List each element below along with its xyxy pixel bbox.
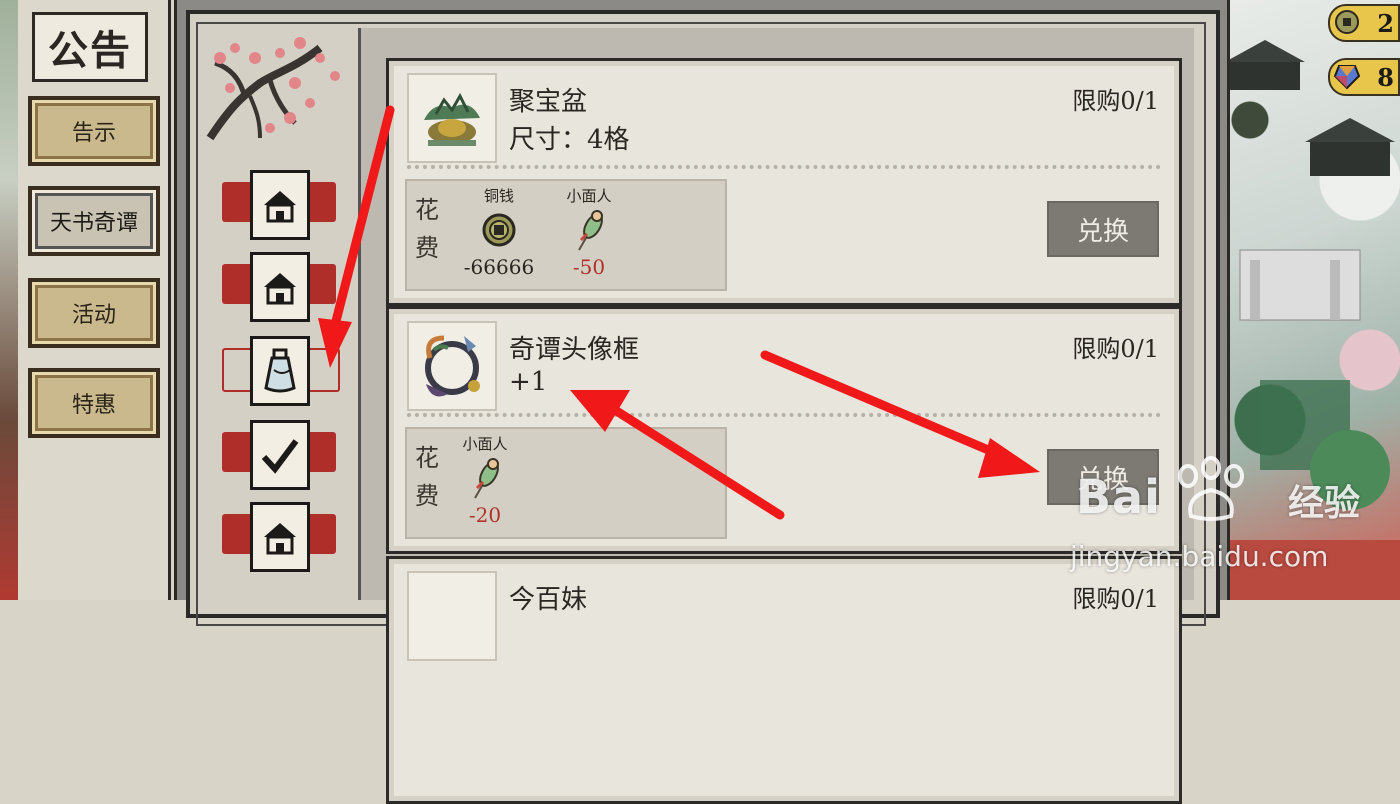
watermark-url: jingyan.baidu.com [1070,540,1329,573]
category-tab-4[interactable] [220,420,338,490]
cost-label-char: 花 [415,196,439,224]
cost-value: -20 [468,503,502,527]
divider [358,28,361,600]
gem-icon [1332,61,1362,91]
cost-name: 小面人 [462,435,508,453]
coin-icon [451,205,547,255]
category-tab-1[interactable] [220,170,338,240]
currency-value: 8 [1377,62,1394,92]
exchange-button[interactable]: 兑换 [1047,201,1159,257]
shop-item-card: 聚宝盆 尺寸：4格 限购0/1 花 费 铜钱 -66666 小面人 -50 兑换 [386,58,1182,306]
divider [407,165,1161,169]
currency-coin: 2 [1328,4,1400,42]
baidu-watermark: Bai 经验 jingyan.baidu.com [1070,448,1390,588]
item-name: 今百妹 [509,585,588,615]
tab-tile [250,336,310,406]
dough-figure-icon [541,205,637,255]
avatar-frame-icon [407,321,497,411]
shop-item-card: 今百妹 限购0/1 [386,556,1182,804]
category-tab-2[interactable] [220,252,338,322]
cost-label-char: 费 [415,234,439,262]
plum-blossom-icon [200,28,350,153]
currency-gem: 8 [1328,58,1400,96]
cost-value: -66666 [463,255,535,279]
cost-box: 花 费 小面人 -20 [405,427,727,539]
cost-label-char: 花 [415,444,439,472]
item-quantity: +1 [509,367,548,397]
sidebar-item-activity[interactable]: 活动 [28,278,160,348]
category-tab-5[interactable] [220,502,338,572]
cost-value: -50 [572,255,606,279]
currency-value: 2 [1377,8,1394,38]
dough-figure-icon [437,453,533,503]
cost-label-char: 费 [415,482,439,510]
cost-item-dough-figure: 小面人 -20 [437,433,533,527]
cost-name: 铜钱 [483,187,514,205]
shop-item-card: 奇谭头像框 +1 限购0/1 花 费 小面人 -20 兑换 [386,306,1182,554]
tab-tile [250,252,310,322]
paw-logo-icon [1178,456,1244,521]
cost-box: 花 费 铜钱 -66666 小面人 -50 [405,179,727,291]
category-tab-3[interactable] [220,336,340,406]
sidebar-item-special-offer[interactable]: 特惠 [28,368,160,438]
sidebar-item-tianshu[interactable]: 天书奇谭 [28,186,160,256]
bottle-icon [264,348,296,393]
treasure-bowl-icon [407,73,497,163]
tab-tile [250,170,310,240]
cost-label: 花 费 [413,191,441,267]
purchase-limit: 限购0/1 [1072,87,1159,115]
category-tabs [220,170,340,600]
cost-item-copper: 铜钱 -66666 [451,185,547,279]
house-icon [264,273,296,305]
coin-icon [1332,7,1362,37]
check-icon [261,439,299,474]
house-icon [264,191,296,223]
notice-title: 公告 [32,12,148,82]
cost-item-dough-figure: 小面人 -50 [541,185,637,279]
divider [407,413,1161,417]
tab-tile [250,420,310,490]
item-name: 聚宝盆 [509,87,588,117]
watermark-jingyan: 经验 [1288,483,1361,524]
item-size: 尺寸：4格 [509,125,630,155]
watermark-brand: Bai [1076,470,1161,524]
item-name: 奇谭头像框 [509,335,640,365]
purchase-limit: 限购0/1 [1072,335,1159,363]
item-icon [407,571,497,661]
tab-tile [250,502,310,572]
house-icon [264,523,296,555]
sidebar-item-notice[interactable]: 告示 [28,96,160,166]
cost-name: 小面人 [566,187,612,205]
